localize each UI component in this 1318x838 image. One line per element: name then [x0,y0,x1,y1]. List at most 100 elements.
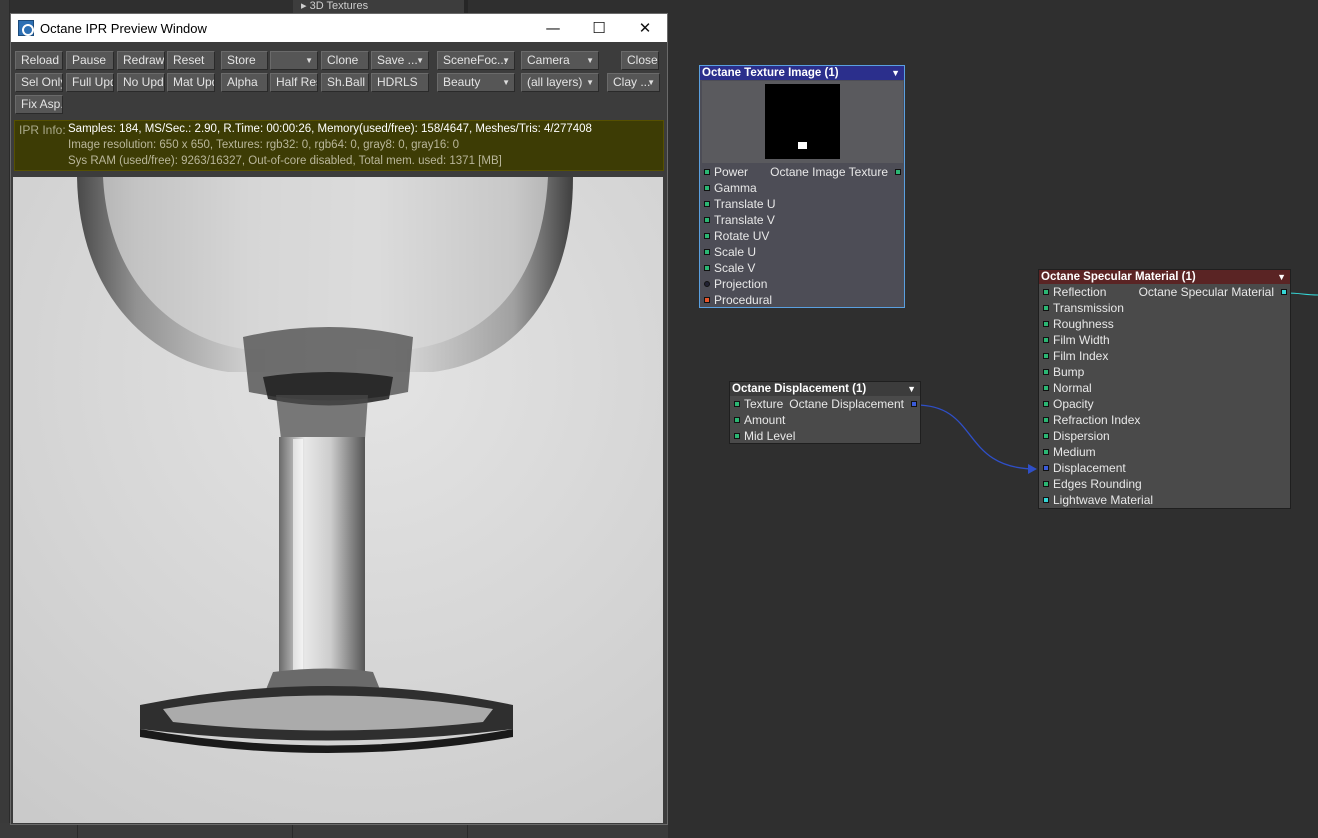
node-input-row[interactable]: Opacity [1039,396,1290,412]
input-pin-icon[interactable] [1043,369,1049,375]
full-update-button[interactable]: Full Upd. [66,73,114,92]
input-pin-icon[interactable] [1043,321,1049,327]
node-collapse-icon[interactable]: ▼ [891,66,900,80]
maximize-button[interactable]: ☐ [576,14,622,42]
node-input-row[interactable]: Bump [1039,364,1290,380]
input-pin-icon[interactable] [704,169,710,175]
node-input-row[interactable]: Dispersion [1039,428,1290,444]
input-pin-icon[interactable] [1043,289,1049,295]
node-collapse-icon[interactable]: ▼ [907,382,916,396]
material-update-button[interactable]: Mat Upd [167,73,215,92]
hdrls-button[interactable]: HDRLS [371,73,429,92]
close-ipr-button[interactable]: Close [621,51,659,70]
redraw-button[interactable]: Redraw [117,51,165,70]
texture-image-node[interactable]: Octane Texture Image (1) ▼ Power Octane I… [699,65,905,308]
displacement-node-header[interactable]: Octane Displacement (1) ▼ [730,382,920,396]
no-update-button[interactable]: No Upd. [117,73,165,92]
textures-panel-header[interactable]: ▸ 3D Textures [293,0,468,13]
node-input-row[interactable]: Power Octane Image Texture [700,164,904,180]
node-collapse-icon[interactable]: ▼ [1277,270,1286,284]
shader-ball-button[interactable]: Sh.Ball [321,73,369,92]
reset-button[interactable]: Reset [167,51,215,70]
node-input-row[interactable]: Lightwave Material [1039,492,1290,508]
sel-only-button[interactable]: Sel Only [15,73,63,92]
input-label: Amount [744,413,786,427]
clone-button[interactable]: Clone [321,51,369,70]
alpha-button[interactable]: Alpha [221,73,268,92]
node-input-row[interactable]: Reflection Octane Specular Material [1039,284,1290,300]
store-button[interactable]: Store [221,51,268,70]
input-pin-icon[interactable] [704,249,710,255]
pause-button[interactable]: Pause [66,51,114,70]
specular-node-header[interactable]: Octane Specular Material (1) ▼ [1039,270,1290,284]
node-input-row[interactable]: Translate U [700,196,904,212]
input-pin-icon[interactable] [1043,401,1049,407]
texture-image-node-header[interactable]: Octane Texture Image (1) ▼ [700,66,904,80]
window-titlebar[interactable]: Octane IPR Preview Window — ☐ ✕ [11,14,667,42]
ipr-info-stats: Samples: 184, MS/Sec.: 2.90, R.Time: 00:… [68,123,592,135]
clay-mode-dropdown[interactable]: Clay ... [607,73,660,92]
node-input-row[interactable]: Refraction Index [1039,412,1290,428]
output-pin-icon[interactable] [1281,289,1287,295]
camera-dropdown[interactable]: Camera [521,51,599,70]
node-input-row[interactable]: Translate V [700,212,904,228]
node-input-row[interactable]: Amount [730,412,920,428]
input-pin-icon[interactable] [1043,481,1049,487]
input-pin-icon[interactable] [734,417,740,423]
input-pin-icon[interactable] [704,185,710,191]
host-app-left-panel [0,0,10,838]
panel-divider [464,0,468,13]
render-viewport[interactable] [13,177,663,823]
bottom-bar-segment [0,823,78,838]
half-res-button[interactable]: Half Res [270,73,318,92]
input-pin-icon[interactable] [704,217,710,223]
input-pin-icon[interactable] [1043,497,1049,503]
store-slot-dropdown[interactable] [270,51,318,70]
node-input-row[interactable]: Transmission [1039,300,1290,316]
input-pin-icon[interactable] [704,297,710,303]
node-input-row[interactable]: Displacement [1039,460,1290,476]
displacement-node[interactable]: Octane Displacement (1) ▼ Texture Octane … [729,381,921,444]
save-dropdown[interactable]: Save ... [371,51,429,70]
node-input-row[interactable]: Mid Level [730,428,920,444]
node-input-row[interactable]: Normal [1039,380,1290,396]
input-pin-icon[interactable] [734,433,740,439]
minimize-button[interactable]: — [530,14,576,42]
close-window-button[interactable]: ✕ [622,14,668,42]
node-input-row[interactable]: Roughness [1039,316,1290,332]
input-pin-icon[interactable] [704,265,710,271]
input-pin-icon[interactable] [1043,433,1049,439]
node-input-row[interactable]: Medium [1039,444,1290,460]
input-pin-icon[interactable] [704,233,710,239]
render-pass-dropdown[interactable]: Beauty [437,73,515,92]
input-pin-icon[interactable] [704,281,710,287]
node-input-row[interactable]: Procedural [700,292,904,308]
input-pin-icon[interactable] [1043,449,1049,455]
specular-material-node[interactable]: Octane Specular Material (1) ▼ Reflectio… [1038,269,1291,509]
node-input-row[interactable]: Scale U [700,244,904,260]
layers-dropdown[interactable]: (all layers) [521,73,599,92]
input-pin-icon[interactable] [704,201,710,207]
output-pin-icon[interactable] [895,169,901,175]
input-pin-icon[interactable] [1043,417,1049,423]
reload-button[interactable]: Reload [15,51,63,70]
input-pin-icon[interactable] [1043,353,1049,359]
node-input-row[interactable]: Gamma [700,180,904,196]
input-label: Rotate UV [714,229,770,243]
node-input-row[interactable]: Scale V [700,260,904,276]
input-label: Translate V [714,213,775,227]
node-input-row[interactable]: Rotate UV [700,228,904,244]
output-pin-icon[interactable] [911,401,917,407]
node-input-row[interactable]: Edges Rounding [1039,476,1290,492]
input-pin-icon[interactable] [734,401,740,407]
node-input-row[interactable]: Film Index [1039,348,1290,364]
node-input-row[interactable]: Film Width [1039,332,1290,348]
node-input-row[interactable]: Projection [700,276,904,292]
node-input-row[interactable]: Texture Octane Displacement [730,396,920,412]
input-pin-icon[interactable] [1043,465,1049,471]
fix-aspect-button[interactable]: Fix Asp. [15,95,63,114]
input-pin-icon[interactable] [1043,305,1049,311]
scene-focus-dropdown[interactable]: SceneFoc... [437,51,515,70]
input-pin-icon[interactable] [1043,385,1049,391]
input-pin-icon[interactable] [1043,337,1049,343]
